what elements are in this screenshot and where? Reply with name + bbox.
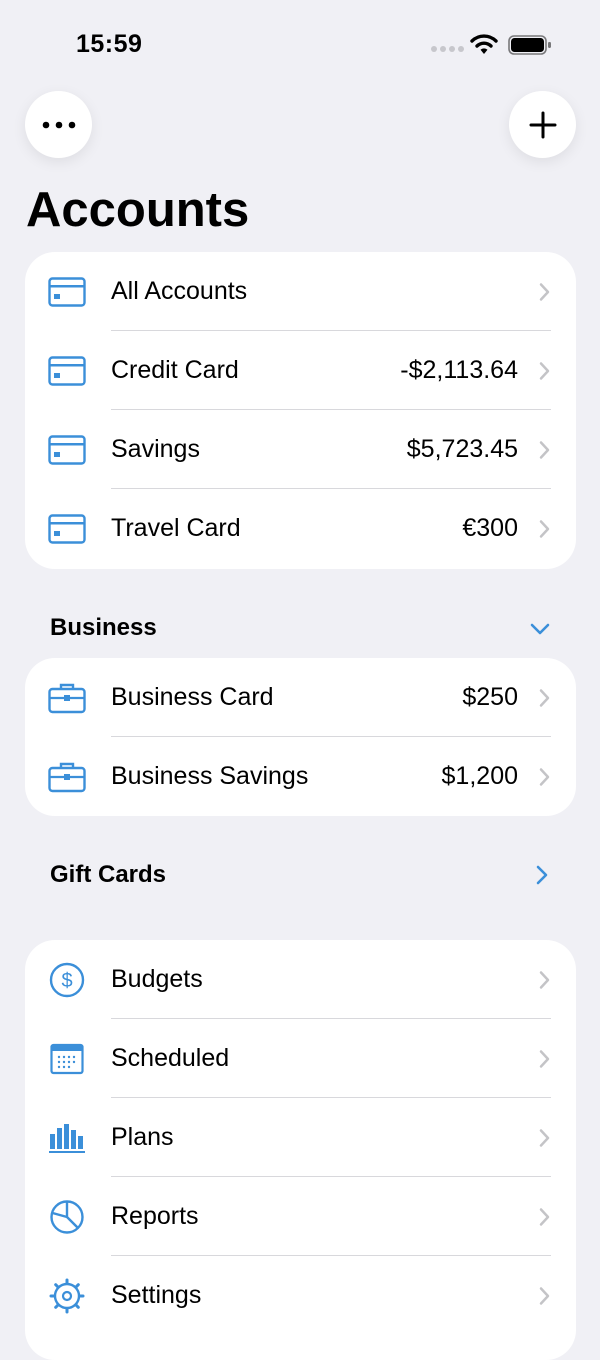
status-bar: 15:59 bbox=[0, 0, 600, 90]
chevron-right-icon bbox=[539, 688, 550, 707]
account-row-business-card[interactable]: Business Card $250 bbox=[25, 658, 576, 737]
add-account-button[interactable] bbox=[509, 91, 576, 158]
tool-row-plans[interactable]: Plans bbox=[25, 1098, 576, 1177]
account-label: Credit Card bbox=[111, 356, 239, 384]
pie-chart-icon bbox=[47, 1197, 87, 1237]
tool-label: Budgets bbox=[111, 965, 203, 993]
credit-card-icon bbox=[47, 351, 87, 391]
credit-card-icon bbox=[47, 430, 87, 470]
ellipsis-icon bbox=[42, 121, 75, 128]
tool-label: Settings bbox=[111, 1281, 202, 1309]
cellular-signal-icon bbox=[431, 46, 464, 52]
account-balance: -$2,113.64 bbox=[400, 356, 518, 384]
accounts-card: All Accounts Credit Card -$2,113.64 Savi… bbox=[25, 252, 576, 569]
svg-text:$: $ bbox=[61, 970, 72, 992]
chevron-right-icon[interactable] bbox=[535, 864, 549, 886]
account-row-business-savings[interactable]: Business Savings $1,200 bbox=[25, 737, 576, 816]
tool-row-reports[interactable]: Reports bbox=[25, 1177, 576, 1256]
more-options-button[interactable] bbox=[25, 91, 92, 158]
section-header-business[interactable]: Business bbox=[50, 614, 157, 642]
chevron-right-icon bbox=[539, 282, 550, 301]
page-title: Accounts bbox=[26, 183, 250, 237]
chevron-right-icon bbox=[539, 440, 550, 459]
account-balance: €300 bbox=[462, 514, 518, 542]
account-row-savings[interactable]: Savings $5,723.45 bbox=[25, 410, 576, 489]
account-label: All Accounts bbox=[111, 277, 248, 305]
account-balance: $5,723.45 bbox=[406, 435, 518, 463]
calendar-icon bbox=[47, 1039, 87, 1079]
credit-card-icon bbox=[47, 272, 87, 312]
wifi-icon bbox=[470, 34, 498, 54]
tools-card: $ Budgets Scheduled Plans Reports Settin… bbox=[25, 940, 576, 1360]
tool-row-budgets[interactable]: $ Budgets bbox=[25, 940, 576, 1019]
credit-card-icon bbox=[47, 509, 87, 549]
dollar-circle-icon: $ bbox=[47, 960, 87, 1000]
chevron-right-icon bbox=[539, 519, 550, 538]
battery-icon bbox=[508, 35, 551, 55]
tool-label: Reports bbox=[111, 1202, 199, 1230]
chevron-right-icon bbox=[539, 970, 550, 989]
section-header-gift-cards[interactable]: Gift Cards bbox=[50, 861, 166, 889]
chevron-right-icon bbox=[539, 1128, 550, 1147]
account-label: Travel Card bbox=[111, 514, 241, 542]
bar-chart-icon bbox=[47, 1118, 87, 1158]
chevron-right-icon bbox=[539, 1049, 550, 1068]
business-card: Business Card $250 Business Savings $1,2… bbox=[25, 658, 576, 816]
tool-row-settings[interactable]: Settings bbox=[25, 1256, 576, 1335]
account-row-travel-card[interactable]: Travel Card €300 bbox=[25, 489, 576, 568]
briefcase-icon bbox=[47, 757, 87, 797]
gear-icon bbox=[47, 1276, 87, 1316]
account-row-all-accounts[interactable]: All Accounts bbox=[25, 252, 576, 331]
account-row-credit-card[interactable]: Credit Card -$2,113.64 bbox=[25, 331, 576, 410]
tool-label: Scheduled bbox=[111, 1044, 230, 1072]
plus-icon bbox=[529, 111, 556, 138]
chevron-right-icon bbox=[539, 1286, 550, 1305]
account-balance: $1,200 bbox=[441, 762, 518, 790]
status-time: 15:59 bbox=[76, 30, 143, 58]
chevron-right-icon bbox=[539, 1207, 550, 1226]
account-label: Business Card bbox=[111, 683, 274, 711]
chevron-right-icon bbox=[539, 767, 550, 786]
briefcase-icon bbox=[47, 678, 87, 718]
chevron-down-icon[interactable] bbox=[529, 622, 551, 636]
account-label: Business Savings bbox=[111, 762, 309, 790]
chevron-right-icon bbox=[539, 361, 550, 380]
tool-row-scheduled[interactable]: Scheduled bbox=[25, 1019, 576, 1098]
tool-label: Plans bbox=[111, 1123, 174, 1151]
account-label: Savings bbox=[111, 435, 200, 463]
account-balance: $250 bbox=[462, 683, 518, 711]
